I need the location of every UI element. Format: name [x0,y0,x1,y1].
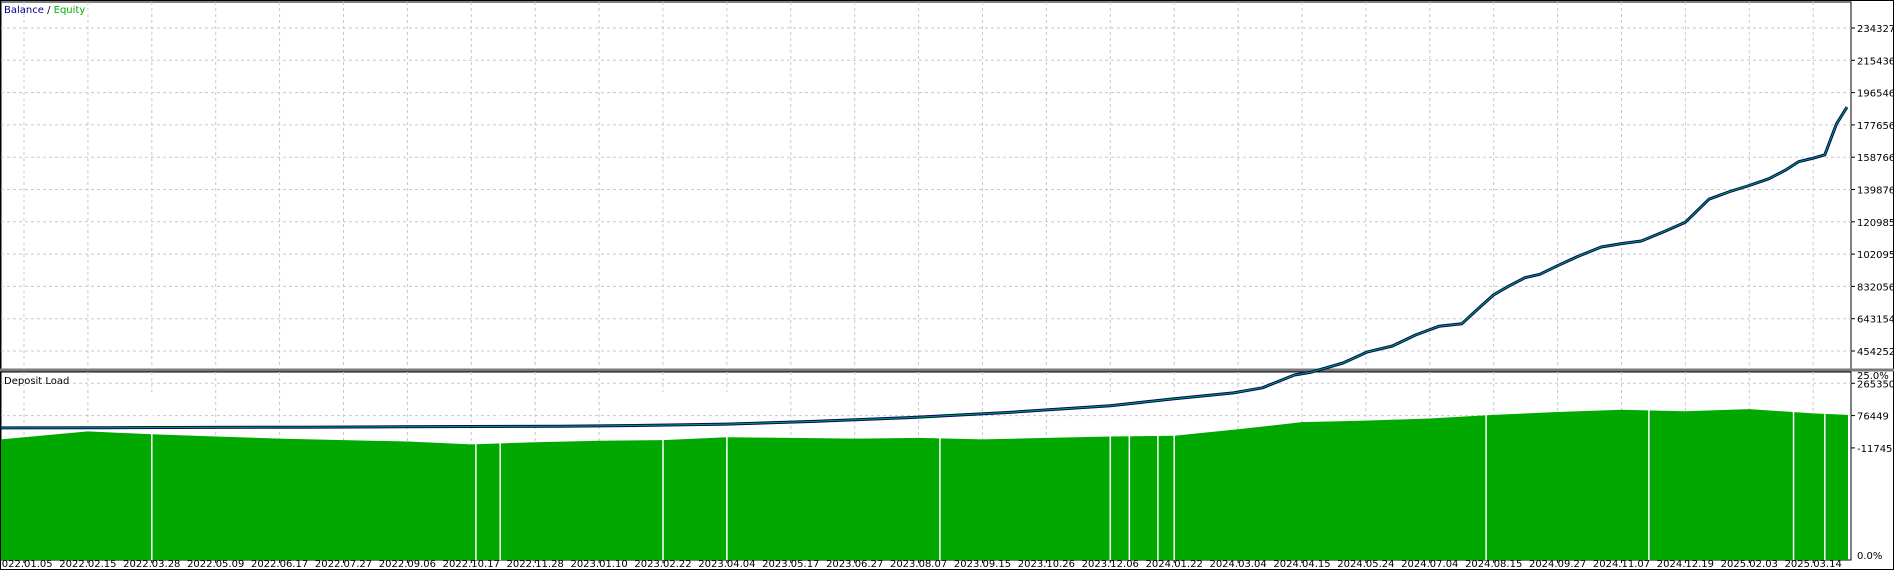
chart-canvas: 2343270 2154368 1965467 1776565 1587663 13987… [0,0,1894,570]
x-tick-label: 2024.11.07 [1593,559,1650,570]
y-tick-label: 2154368 [1857,56,1894,67]
x-tick-label: 2022.07.27 [315,559,372,570]
x-tick-label: 2024.05.24 [1337,559,1394,570]
x-tick-label: 2022.09.06 [379,559,436,570]
x-tick-label: 2023.02.22 [634,559,691,570]
y-tick-label: 76449 [1857,412,1889,423]
legend-separator: / [44,5,54,16]
x-tick-label: 2024.01.22 [1146,559,1203,570]
x-tick-label: 2024.03.04 [1209,559,1266,570]
x-tick-label: 2024.08.15 [1465,559,1522,570]
legend-text: Balance / Equity [4,5,85,16]
y-tick-label: 1209859 [1857,218,1894,229]
legend-item-equity: Equity [54,5,86,16]
x-tick-label: 2024.07.04 [1401,559,1458,570]
y-tick-label: -117453 [1857,444,1894,455]
x-tick-label: 2022.10.17 [443,559,500,570]
y-tick-label: 454252 [1857,347,1894,358]
main-panel-frame [0,1,1852,370]
y-tick-label: 832056 [1857,282,1894,293]
x-tick-label: 2023.09.15 [954,559,1011,570]
x-tick-label: 2022.01.05 [0,559,53,570]
x-tick-label: 2022.02.15 [59,559,116,570]
y-tick-label: 643154 [1857,315,1894,326]
x-tick-label: 2023.10.26 [1018,559,1075,570]
load-y-tick-label: 25.0% [1857,371,1889,382]
y-tick-label: 1776565 [1857,121,1894,132]
x-tick-label: 2022.06.17 [251,559,308,570]
x-tick-label: 2025.03.14 [1785,559,1842,570]
x-tick-label: 2024.12.19 [1657,559,1714,570]
y-tick-label: 1020958 [1857,250,1894,261]
x-tick-label: 2024.09.27 [1529,559,1586,570]
y-tick-label: 2343270 [1857,24,1894,35]
x-tick-label: 2022.05.09 [187,559,244,570]
x-tick-label: 2023.01.10 [570,559,627,570]
load-y-tick-label: 0.0% [1857,551,1882,562]
x-tick-label: 2023.06.27 [826,559,883,570]
x-tick-label: 2025.02.03 [1721,559,1778,570]
y-tick-label: 1587663 [1857,153,1894,164]
y-tick-label: 1398761 [1857,186,1894,197]
x-tick-label: 2024.04.15 [1273,559,1330,570]
strategy-tester-graph: 2343270 2154368 1965467 1776565 1587663 13987… [0,0,1894,571]
deposit-load-title: Deposit Load [4,376,69,387]
x-tick-label: 2022.03.28 [123,559,180,570]
legend-item-balance: Balance [4,5,44,16]
x-tick-label: 2023.05.17 [762,559,819,570]
x-tick-label: 2022.11.28 [507,559,564,570]
y-tick-label: 1965467 [1857,89,1894,100]
x-tick-label: 2023.08.07 [890,559,947,570]
x-tick-label: 2023.12.06 [1082,559,1139,570]
x-tick-label: 2023.04.04 [698,559,755,570]
